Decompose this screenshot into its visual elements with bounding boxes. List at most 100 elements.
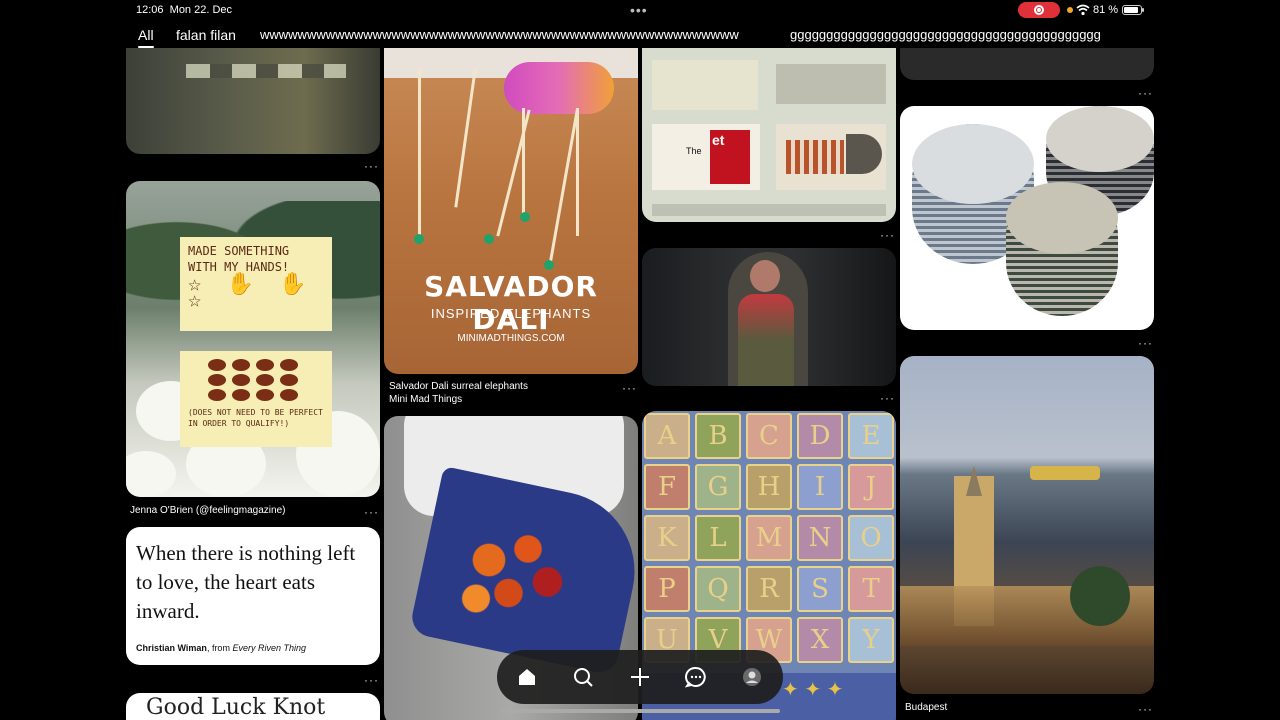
screen-recording-icon[interactable] — [1018, 2, 1060, 18]
spire — [966, 466, 982, 496]
collage-card — [776, 124, 886, 190]
pin-more-icon[interactable]: ··· — [622, 381, 637, 395]
pin-caption-source[interactable]: Mini Mad Things — [389, 394, 462, 405]
pin-more-icon[interactable]: ··· — [1138, 702, 1153, 716]
wifi-icon — [1076, 4, 1090, 16]
tab-falan-filan[interactable]: falan filan — [176, 27, 236, 43]
alphabet-tile: O — [848, 515, 894, 561]
alphabet-tile: I — [797, 464, 843, 510]
status-date: Mon 22. Dec — [169, 4, 233, 16]
collage-card — [652, 60, 758, 110]
pin-more-icon[interactable]: ··· — [364, 159, 379, 173]
pin-more-icon[interactable]: ··· — [1138, 336, 1153, 350]
luck-title: Good Luck Knot — [146, 695, 326, 720]
elephant-body — [504, 62, 614, 114]
alphabet-tile: D — [797, 413, 843, 459]
alphabet-tile: M — [746, 515, 792, 561]
plate-top — [1006, 182, 1118, 254]
alphabet-tile: Q — [695, 566, 741, 612]
pin-caption-title[interactable]: Salvador Dali surreal elephants — [389, 381, 528, 392]
pin-good-luck-knot[interactable]: Good Luck Knot — [126, 693, 380, 720]
messages-icon[interactable] — [683, 664, 709, 690]
bottom-navigation — [497, 650, 783, 704]
leg — [576, 108, 579, 236]
alphabet-tile: F — [644, 464, 690, 510]
alphabet-grid: ABCDEFGHIJKLMNOPQRSTUVWXY — [644, 413, 894, 663]
foot — [520, 212, 530, 222]
pin-caption[interactable]: Jenna O'Brien (@feelingmagazine) — [130, 505, 285, 516]
pin-more-icon[interactable]: ··· — [364, 505, 379, 519]
pin-plates-art[interactable] — [900, 106, 1154, 330]
collage-strip — [652, 204, 886, 216]
pin-budapest[interactable] — [900, 356, 1154, 694]
profile-icon[interactable] — [739, 664, 765, 690]
alphabet-tile: S — [797, 566, 843, 612]
alphabet-tile: L — [695, 515, 741, 561]
collage-card: The et — [652, 124, 760, 190]
home-indicator[interactable] — [500, 709, 780, 713]
pin-caption[interactable]: Budapest — [905, 702, 947, 713]
salvador-title: SALVADOR DALI — [424, 270, 598, 336]
parliament — [1030, 466, 1100, 480]
foot — [484, 234, 494, 244]
status-time: 12:06 Mon 22. Dec — [136, 4, 233, 16]
salvador-subtitle: INSPIRED ELEPHANTS — [430, 306, 592, 321]
alphabet-tile: R — [746, 566, 792, 612]
lilies — [450, 516, 580, 626]
alphabet-tile: N — [797, 515, 843, 561]
leg — [522, 108, 525, 218]
face — [750, 260, 780, 292]
quote-attribution: Christian Wiman, from Every Riven Thing — [136, 643, 306, 653]
tree — [1070, 566, 1130, 626]
foot — [544, 260, 554, 270]
badge-grid — [208, 359, 304, 401]
leg — [454, 68, 477, 208]
alphabet-tile: K — [644, 515, 690, 561]
star-hands-icon: ☆ ✋ ✋ ☆ — [188, 272, 313, 313]
dress — [738, 294, 794, 386]
alphabet-tile: C — [746, 413, 792, 459]
alphabet-tile: X — [797, 617, 843, 663]
quote-text: When there is nothing left to love, the … — [136, 541, 356, 623]
pin-collage[interactable]: The et — [642, 48, 896, 222]
tab-all[interactable]: All — [138, 27, 154, 48]
leg — [548, 108, 579, 268]
alphabet-tile: E — [848, 413, 894, 459]
plate-top — [1046, 106, 1154, 172]
status-bar: 12:06 Mon 22. Dec ••• 81 % — [0, 0, 1280, 22]
pin-more-icon[interactable]: ··· — [364, 673, 379, 687]
home-icon[interactable] — [514, 664, 540, 690]
search-icon[interactable] — [570, 664, 596, 690]
pin-jenna-handmade[interactable]: MADE SOMETHING WITH MY HANDS! ☆ ✋ ✋ ☆ (D… — [126, 181, 380, 497]
pin-dark-top[interactable] — [900, 48, 1154, 80]
pin-more-icon[interactable]: ··· — [880, 391, 895, 405]
alphabet-tile: B — [695, 413, 741, 459]
plate-top — [912, 124, 1034, 204]
pin-more-icon[interactable]: ··· — [880, 228, 895, 242]
pin-film-still[interactable] — [642, 248, 896, 386]
light-rays — [186, 64, 346, 78]
battery-icon — [1122, 5, 1144, 15]
battery-percent: 81 % — [1093, 4, 1119, 16]
pin-salvador-dali[interactable]: SALVADOR DALI INSPIRED ELEPHANTS MINIMAD… — [384, 48, 638, 374]
alphabet-tile: J — [848, 464, 894, 510]
note-top: MADE SOMETHING WITH MY HANDS! ☆ ✋ ✋ ☆ — [180, 237, 332, 331]
create-icon[interactable] — [627, 664, 653, 690]
alphabet-tile: H — [746, 464, 792, 510]
pin-more-icon[interactable]: ··· — [1138, 86, 1153, 100]
collage-card — [776, 64, 886, 104]
star-icon: ✦ ✦ ✦ — [782, 679, 844, 701]
alphabet-tile: A — [644, 413, 690, 459]
alphabet-tile: T — [848, 566, 894, 612]
pin-forest-light[interactable] — [126, 48, 380, 154]
alphabet-tile: Y — [848, 617, 894, 663]
tab-ggg[interactable]: gggggggggggggggggggggggggggggggggggggggg… — [790, 27, 1101, 42]
alphabet-tile: P — [644, 566, 690, 612]
mic-indicator-icon — [1067, 7, 1073, 13]
foot — [414, 234, 424, 244]
multitask-dots-icon[interactable]: ••• — [630, 2, 648, 18]
tab-www[interactable]: wwwwwwwwwwwwwwwwwwwwwwwwwwwwwwwwwwwwwwww… — [260, 27, 739, 42]
note-bottom: (DOES NOT NEED TO BE PERFECT IN ORDER TO… — [180, 351, 332, 447]
salvador-site: MINIMADTHINGS.COM — [457, 333, 565, 344]
pin-quote[interactable]: When there is nothing left to love, the … — [126, 527, 380, 665]
